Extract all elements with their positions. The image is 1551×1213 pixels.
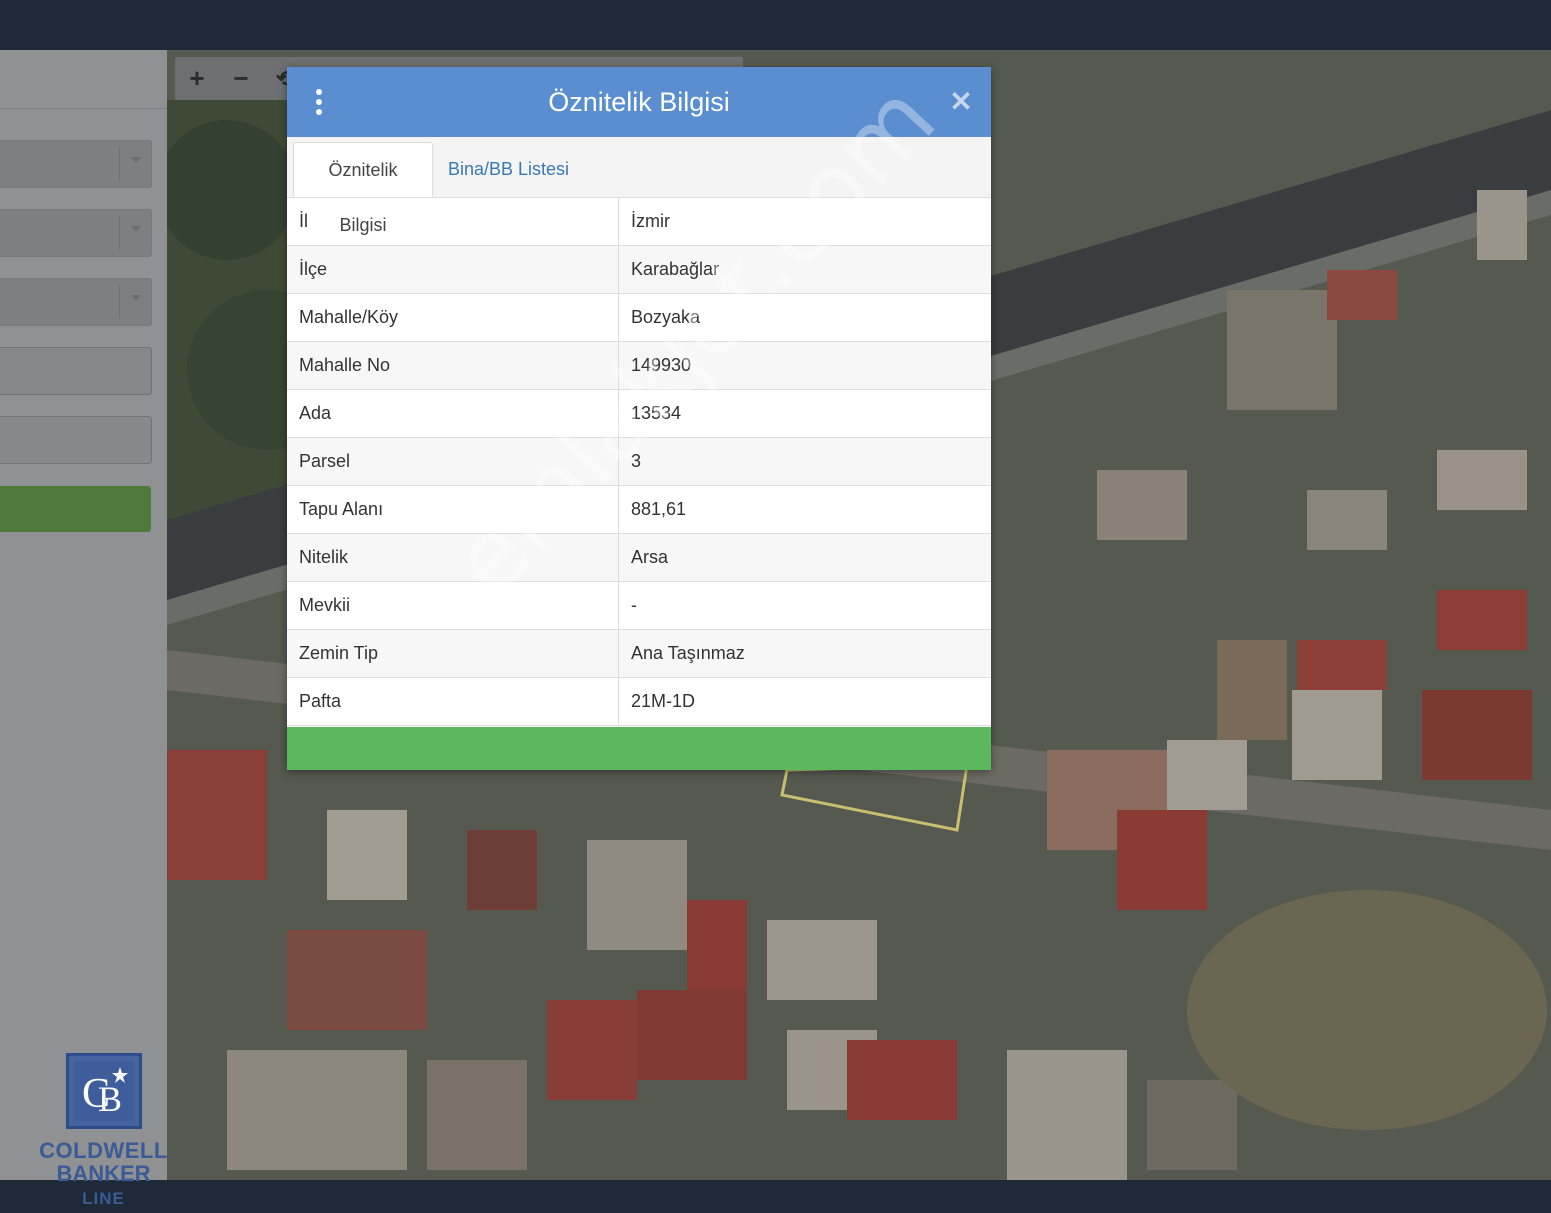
chevron-down-icon <box>131 295 141 301</box>
attribute-key: Mahalle/Köy <box>299 307 399 327</box>
table-row: Zemin Tip Ana Taşınmaz <box>287 630 991 678</box>
attribute-value: Karabağlar <box>631 259 720 279</box>
table-row: Ada 13534 <box>287 390 991 438</box>
coldwell-banker-logo: C B COLDWELL BANKER LINE <box>0 1053 167 1213</box>
table-row: Tapu Alanı 881,61 <box>287 486 991 534</box>
attribute-value: 881,61 <box>631 499 687 519</box>
attribute-value: - <box>631 595 637 615</box>
ilce-select[interactable] <box>0 209 152 257</box>
zoom-in-button[interactable]: + <box>175 57 219 100</box>
ada-input[interactable] <box>0 347 152 395</box>
left-search-panel: C B COLDWELL BANKER LINE <box>0 50 167 1208</box>
table-row: Mahalle No 149930 <box>287 342 991 390</box>
attribute-table: İl İzmir İlçe Karabağlar Mahalle/Köy Bozyak… <box>287 198 991 726</box>
table-row: Mahalle/Köy Bozyaka <box>287 294 991 342</box>
attribute-value: Arsa <box>631 547 669 567</box>
svg-text:B: B <box>98 1079 122 1119</box>
query-button[interactable] <box>0 486 151 532</box>
minus-icon: − <box>233 63 249 93</box>
il-select[interactable] <box>0 140 152 188</box>
attribute-value: 13534 <box>631 403 682 423</box>
dialog-tabs: Öznitelik Bilgisi Bina/BB Listesi <box>287 137 991 235</box>
table-row: Parsel 3 <box>287 438 991 486</box>
attribute-key: Mahalle No <box>299 355 391 375</box>
attribute-value: İzmir <box>631 211 670 231</box>
attribute-value: 21M-1D <box>631 691 696 711</box>
tab-oznitelik-bilgisi[interactable]: Öznitelik Bilgisi <box>293 142 433 235</box>
parsel-input[interactable] <box>0 416 152 464</box>
cb-monogram-icon: C B <box>66 1053 142 1129</box>
table-row: Mevkii - <box>287 582 991 630</box>
attribute-value: Ana Taşınmaz <box>631 643 745 663</box>
attribute-key: Parsel <box>299 451 351 471</box>
close-icon[interactable]: ✕ <box>949 85 973 119</box>
attribute-info-dialog: Öznitelik Bilgisi ✕ Öznitelik Bilgisi Bi… <box>287 67 991 770</box>
attribute-value: 149930 <box>631 355 692 375</box>
top-navbar <box>0 0 1551 50</box>
logo-line3: LINE <box>82 1189 125 1208</box>
panel-header <box>0 50 167 109</box>
chevron-down-icon <box>131 157 141 163</box>
dialog-header: Öznitelik Bilgisi ✕ <box>287 67 991 137</box>
dialog-footer <box>287 727 991 770</box>
attribute-value: Bozyaka <box>631 307 701 327</box>
table-row: İlçe Karabağlar <box>287 246 991 294</box>
chevron-down-icon <box>131 226 141 232</box>
attribute-key: Ada <box>299 403 332 423</box>
plus-icon: + <box>189 63 205 93</box>
attribute-value: 3 <box>631 451 642 471</box>
dialog-title: Öznitelik Bilgisi <box>548 87 730 117</box>
attribute-key: Zemin Tip <box>299 643 379 663</box>
table-row: Nitelik Arsa <box>287 534 991 582</box>
mahalle-select[interactable] <box>0 278 152 326</box>
attribute-key: Pafta <box>299 691 342 711</box>
table-row: İl İzmir <box>287 198 991 246</box>
zoom-out-button[interactable]: − <box>219 57 263 100</box>
attribute-key: Nitelik <box>299 547 349 567</box>
table-row: Pafta 21M-1D <box>287 678 991 726</box>
attribute-key: İl <box>299 211 308 231</box>
attribute-key: İlçe <box>299 259 328 279</box>
tab-bina-bb-listesi[interactable]: Bina/BB Listesi <box>436 142 581 197</box>
attribute-key: Mevkii <box>299 595 351 615</box>
attribute-key: Tapu Alanı <box>299 499 384 519</box>
